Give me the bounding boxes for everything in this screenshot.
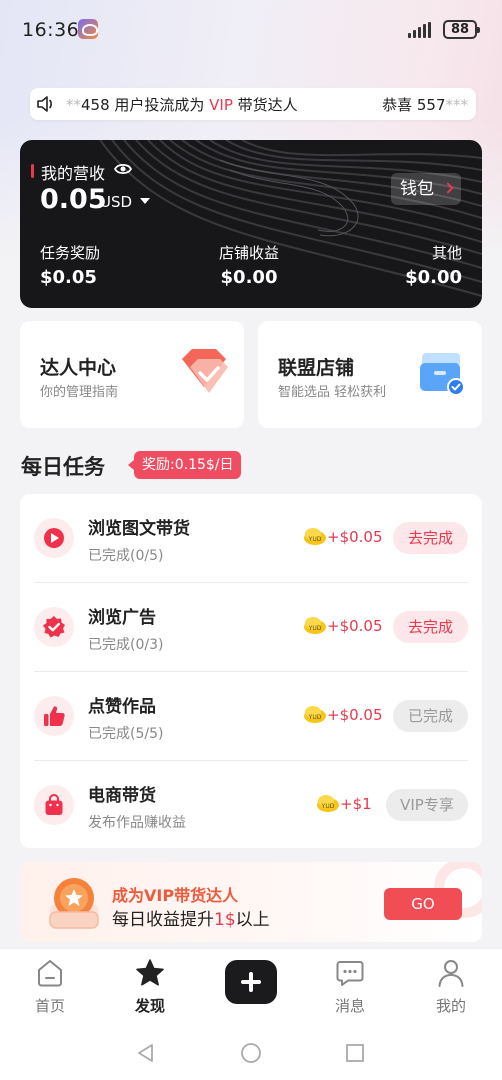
task-row: 浏览图文带货 已完成(0/5) YUD +$0.05 去完成 [20, 494, 482, 583]
nav-label: 消息 [334, 997, 365, 1015]
stat-label: 其他 [431, 244, 462, 262]
influencer-center-card[interactable]: 达人中心 你的管理指南 [20, 321, 244, 428]
feature-title: 达人中心 [40, 357, 117, 379]
chevron-down-icon[interactable] [140, 198, 150, 204]
task-reward: +$0.05 [327, 706, 383, 724]
home-circle-icon[interactable] [240, 1042, 262, 1064]
app-notification-icon [78, 19, 98, 39]
task-progress: 已完成(0/3) [88, 637, 164, 653]
verified-badge-icon [34, 607, 74, 647]
task-name: 点赞作品 [88, 697, 156, 717]
svg-text:YUD: YUD [308, 625, 322, 632]
title-accent-bar [31, 164, 34, 178]
task-completed-button[interactable]: 已完成 [393, 700, 468, 732]
task-progress: 已完成(0/5) [88, 548, 164, 564]
feature-title: 联盟店铺 [278, 357, 355, 379]
store-box-icon [420, 353, 465, 396]
eye-icon[interactable] [114, 162, 132, 176]
task-name: 电商带货 [88, 786, 156, 806]
play-icon [34, 518, 74, 558]
feature-subtitle: 智能选品 轻松获利 [278, 385, 387, 400]
announcement-text: **458 用户投流成为 VIP 带货达人 [66, 96, 298, 114]
battery-indicator: 88 [443, 20, 480, 39]
status-time: 16:36 [22, 19, 80, 41]
alliance-store-card[interactable]: 联盟店铺 智能选品 轻松获利 [258, 321, 482, 428]
chevron-right-icon [442, 182, 454, 194]
nav-item-messages[interactable]: 消息 [315, 957, 385, 1016]
task-reward: +$0.05 [327, 617, 383, 635]
thumbs-up-icon [34, 696, 74, 736]
task-row: 浏览广告 已完成(0/3) YUD +$0.05 去完成 [20, 583, 482, 672]
vip-wallet-icon [49, 878, 99, 929]
task-progress: 已完成(5/5) [88, 726, 164, 742]
speaker-icon [37, 96, 52, 112]
message-icon [336, 961, 364, 986]
coin-icon: YUD [304, 706, 326, 723]
earnings-card: 我的营收 0.05 USD 钱包 任务奖励 $0.05 店铺收益 $0.00 其… [20, 140, 482, 308]
announcement-text-next: 恭喜 557*** [382, 96, 468, 114]
stat-value: $0.00 [405, 267, 462, 288]
coin-icon: YUD [304, 617, 326, 634]
task-row: 电商带货 发布作品赚收益 YUD +$1 VIP专享 [20, 761, 482, 848]
task-name: 浏览图文带货 [88, 519, 190, 539]
star-icon [136, 959, 164, 986]
complete-task-button[interactable]: 去完成 [393, 611, 468, 643]
profile-icon [438, 960, 464, 987]
svg-text:YUD: YUD [308, 714, 322, 721]
stat-value: $0.05 [40, 267, 97, 288]
nav-label: 发现 [134, 997, 165, 1015]
task-list: 浏览图文带货 已完成(0/5) YUD +$0.05 去完成 浏览广告 已完成(… [20, 494, 482, 848]
vip-exclusive-button[interactable]: VIP专享 [386, 789, 468, 821]
vip-banner-subtitle: 每日收益提升1$以上 [112, 910, 270, 930]
stat-label: 店铺收益 [219, 244, 280, 262]
back-icon[interactable] [136, 1043, 156, 1063]
stat-other: 其他 $0.00 [405, 242, 462, 288]
daily-reward-badge: 奖励:0.15$/日 [128, 451, 241, 479]
signal-icon [408, 22, 436, 38]
home-icon [38, 960, 62, 987]
nav-item-home[interactable]: 首页 [15, 957, 85, 1016]
diamond-badge-icon [182, 349, 228, 393]
nav-item-profile[interactable]: 我的 [416, 957, 486, 1016]
announcement-marquee[interactable]: **458 用户投流成为 VIP 带货达人 恭喜 557*** [30, 88, 476, 120]
wallet-button[interactable]: 钱包 [391, 173, 461, 205]
stat-store-income: 店铺收益 $0.00 [219, 242, 279, 288]
svg-text:YUD: YUD [308, 536, 322, 543]
stat-label: 任务奖励 [40, 244, 101, 262]
earnings-title: 我的营收 [41, 164, 106, 183]
vip-promo-banner[interactable]: 成为VIP带货达人 每日收益提升1$以上 GO [20, 862, 482, 942]
task-name: 浏览广告 [88, 608, 156, 628]
system-nav-bar [0, 1026, 502, 1080]
coin-icon: YUD [304, 528, 326, 545]
nav-label: 我的 [435, 997, 466, 1015]
complete-task-button[interactable]: 去完成 [393, 522, 468, 554]
vip-go-button[interactable]: GO [384, 888, 462, 920]
nav-item-discover[interactable]: 发现 [115, 957, 185, 1016]
nav-label: 首页 [34, 997, 65, 1015]
task-row: 点赞作品 已完成(5/5) YUD +$0.05 已完成 [20, 672, 482, 761]
wallet-label: 钱包 [400, 179, 434, 199]
task-reward: +$0.05 [327, 528, 383, 546]
plus-icon[interactable] [225, 960, 277, 1004]
stat-value: $0.00 [220, 267, 278, 288]
vip-banner-title: 成为VIP带货达人 [112, 886, 239, 905]
shopping-bag-icon [34, 785, 74, 825]
feature-subtitle: 你的管理指南 [40, 385, 119, 400]
status-bar: 16:36 88 [0, 0, 502, 60]
svg-text:YUD: YUD [321, 803, 335, 810]
task-reward: +$1 [340, 795, 372, 813]
recents-icon[interactable] [345, 1043, 365, 1063]
earnings-amount: 0.05 [40, 184, 107, 215]
coin-icon: YUD [317, 795, 339, 812]
currency-selector[interactable]: USD [100, 193, 132, 211]
stat-task-reward: 任务奖励 $0.05 [40, 242, 100, 288]
task-progress: 发布作品赚收益 [88, 815, 186, 831]
daily-tasks-title: 每日任务 [21, 455, 105, 479]
bottom-nav: 首页 发现 消息 我的 [0, 948, 502, 1026]
